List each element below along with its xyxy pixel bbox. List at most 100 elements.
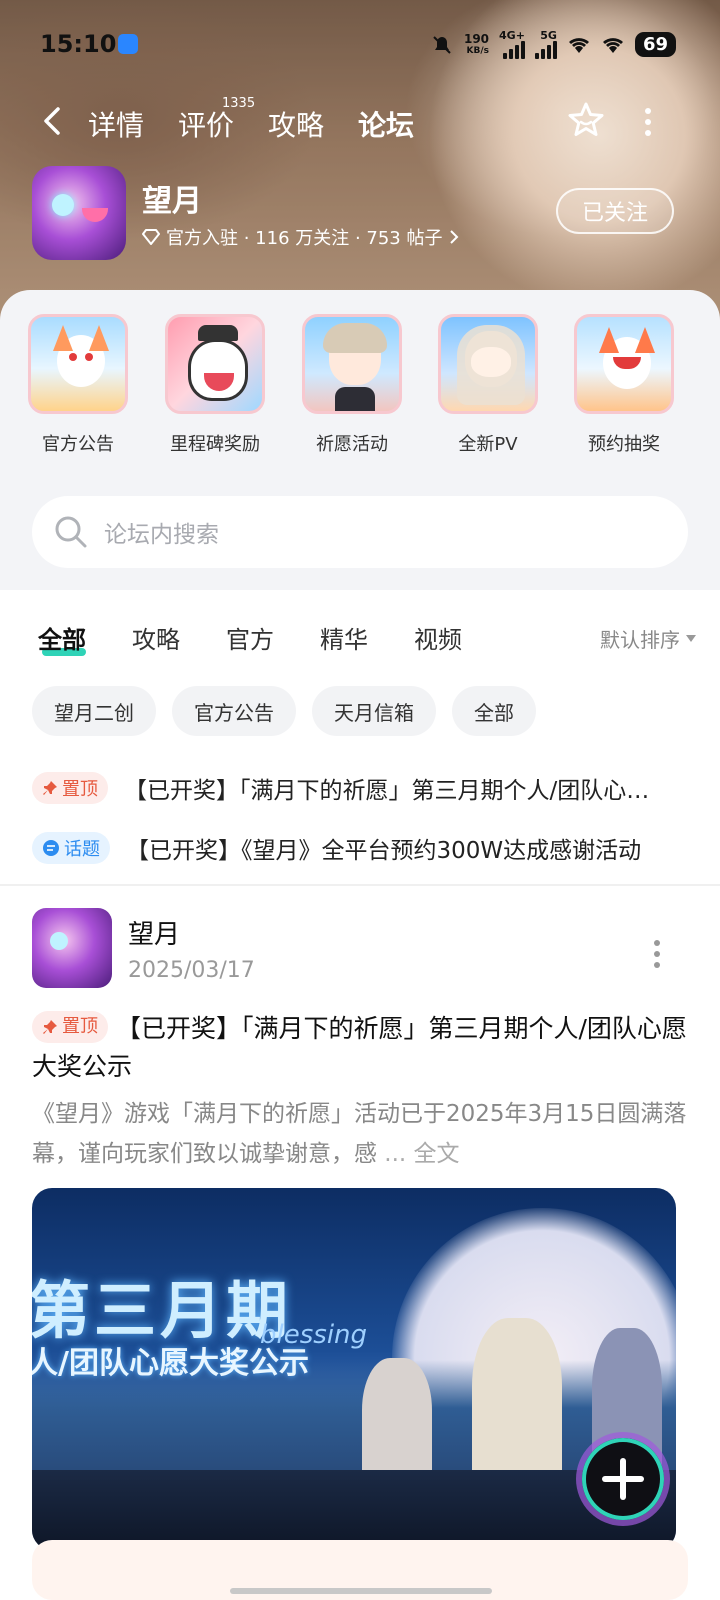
fox-mascot-icon	[28, 314, 128, 414]
chip-all[interactable]: 全部	[452, 686, 536, 736]
chat-bubble-icon	[43, 840, 59, 856]
caret-down-icon	[686, 635, 696, 642]
character-portrait-icon	[302, 314, 402, 414]
back-arrow-icon[interactable]	[38, 106, 68, 136]
character-figure	[472, 1318, 562, 1488]
sort-label: 默认排序	[600, 628, 680, 652]
shortcut-label: 里程碑奖励	[170, 434, 260, 455]
owl-mascot-icon	[165, 314, 265, 414]
read-more-link[interactable]: ... 全文	[377, 1141, 459, 1167]
fox-mascot-icon	[574, 314, 674, 414]
pinned-tag: 置顶	[32, 772, 108, 804]
shortcut-label: 祈愿活动	[316, 434, 388, 455]
tab-forum[interactable]: 论坛	[358, 104, 414, 144]
plus-icon	[602, 1458, 644, 1500]
topic-tag-label: 话题	[64, 839, 100, 860]
wifi-icon	[568, 37, 589, 53]
home-indicator[interactable]	[230, 1588, 492, 1594]
reviews-count: 1335	[222, 96, 256, 111]
game-header: 望月 官方入驻 · 116 万关注 · 753 帖子 已关注	[32, 166, 692, 262]
post-title-block[interactable]: 置顶 【已开奖】「满月下的祈愿」第三月期个人/团队心愿大奖公示	[32, 1010, 688, 1086]
mute-bell-icon	[433, 35, 451, 54]
signal-bars-icon	[534, 41, 557, 59]
image-subtitle-text: 人/团队心愿大奖公示	[32, 1346, 309, 1381]
game-meta[interactable]: 官方入驻 · 116 万关注 · 753 帖子	[142, 224, 459, 250]
post-date: 2025/03/17	[128, 958, 255, 983]
signal-1: 4G+	[499, 30, 525, 59]
create-post-button[interactable]	[582, 1438, 664, 1520]
game-meta-text: 官方入驻 · 116 万关注 · 753 帖子	[166, 228, 443, 249]
network-type-1: 4G+	[499, 29, 525, 42]
follow-button[interactable]: 已关注	[556, 188, 674, 234]
search-icon	[55, 516, 87, 548]
filter-tab-guides[interactable]: 攻略	[132, 620, 180, 655]
tab-details[interactable]: 详情	[88, 104, 144, 144]
verified-diamond-icon	[142, 229, 160, 245]
filter-tabs: 全部 攻略 官方 精华 视频 默认排序	[0, 620, 720, 670]
pinned-tag-label: 置顶	[62, 779, 98, 800]
shortcut-label: 预约抽奖	[588, 434, 660, 455]
pinned-tag-label: 置顶	[62, 1016, 98, 1037]
shortcut-official-notice[interactable]: 官方公告	[18, 314, 138, 456]
pinned-item[interactable]: 话题 【已开奖】《望月》全平台预约300W达成感谢活动	[32, 818, 692, 878]
pinned-list: 置顶 【已开奖】「满月下的祈愿」第三月期个人/团队心愿大奖公示 话题 【已开奖】…	[32, 758, 692, 878]
net-speed: 190 KB/s	[464, 33, 489, 57]
sort-dropdown[interactable]: 默认排序	[600, 624, 696, 653]
star-icon[interactable]	[566, 100, 606, 140]
search-placeholder: 论坛内搜索	[104, 522, 219, 548]
topic-chips: 望月二创 官方公告 天月信箱 全部	[32, 686, 536, 736]
shortcut-row: 官方公告 里程碑奖励 祈愿活动 全新PV 预约抽奖	[0, 314, 720, 464]
battery-level: 69	[634, 32, 676, 57]
forum-page: 15:10 190 KB/s 4G+ 5G 69 详情 评价 1335 攻略 论…	[0, 0, 720, 1600]
network-type-2: 5G	[540, 29, 557, 42]
chip-fan-creations[interactable]: 望月二创	[32, 686, 156, 736]
signal-bars-icon	[502, 41, 525, 59]
filter-tab-all[interactable]: 全部	[38, 620, 86, 655]
signal-2: 5G	[534, 29, 557, 59]
pin-icon	[43, 1020, 57, 1034]
shortcut-label: 官方公告	[42, 434, 114, 455]
wifi-icon	[602, 37, 623, 53]
section-divider	[0, 884, 720, 886]
net-speed-value: 190	[463, 31, 490, 46]
chevron-right-icon	[449, 230, 458, 244]
shortcut-new-pv[interactable]: 全新PV	[428, 314, 548, 456]
more-options-icon[interactable]	[640, 108, 656, 136]
post-excerpt-block[interactable]: 《望月》游戏「满月下的祈愿」活动已于2025年3月15日圆满落幕，谨向玩家们致以…	[32, 1094, 688, 1174]
image-title-text: 第三月期	[32, 1274, 293, 1347]
topic-tag: 话题	[32, 832, 110, 864]
forum-search-input[interactable]: 论坛内搜索	[32, 496, 688, 568]
pinned-title: 【已开奖】「满月下的祈愿」第三月期个人/团队心愿大奖公示	[124, 778, 664, 804]
status-bar: 15:10 190 KB/s 4G+ 5G 69	[0, 0, 720, 86]
chip-official-notice[interactable]: 官方公告	[172, 686, 296, 736]
pinned-item[interactable]: 置顶 【已开奖】「满月下的祈愿」第三月期个人/团队心愿大奖公示	[32, 758, 692, 818]
author-avatar[interactable]	[32, 908, 112, 988]
character-portrait-icon	[438, 314, 538, 414]
pinned-tag: 置顶	[32, 1011, 108, 1043]
post-more-options-icon[interactable]	[654, 940, 664, 973]
character-figure	[362, 1358, 432, 1488]
post-image[interactable]: 第三月期 blessing 人/团队心愿大奖公示	[32, 1188, 676, 1550]
shortcut-reservation-lottery[interactable]: 预约抽奖	[564, 314, 684, 456]
status-time: 15:10	[40, 30, 117, 58]
status-indicators: 190 KB/s 4G+ 5G 69	[430, 30, 676, 59]
filter-tab-video[interactable]: 视频	[414, 620, 462, 655]
net-speed-unit: KB/s	[466, 45, 490, 56]
notification-app-icon	[118, 34, 138, 54]
filter-tab-featured[interactable]: 精华	[320, 620, 368, 655]
game-name: 望月	[142, 184, 202, 219]
shortcut-wish-event[interactable]: 祈愿活动	[292, 314, 412, 456]
shortcut-label: 全新PV	[458, 434, 518, 455]
forum-content: 官方公告 里程碑奖励 祈愿活动 全新PV 预约抽奖 论坛内搜索 全部 攻略 官方…	[0, 290, 720, 1600]
pin-icon	[43, 781, 57, 795]
filter-tab-official[interactable]: 官方	[226, 620, 274, 655]
shortcut-milestone-reward[interactable]: 里程碑奖励	[155, 314, 275, 456]
post-excerpt: 《望月》游戏「满月下的祈愿」活动已于2025年3月15日圆满落幕，谨向玩家们致以…	[32, 1101, 687, 1167]
chip-mailbox[interactable]: 天月信箱	[312, 686, 436, 736]
tab-guides[interactable]: 攻略	[268, 104, 324, 144]
top-nav: 详情 评价 1335 攻略 论坛	[0, 96, 720, 156]
post-author[interactable]: 望月	[128, 914, 180, 951]
game-icon[interactable]	[32, 166, 126, 260]
post-title: 【已开奖】「满月下的祈愿」第三月期个人/团队心愿大奖公示	[32, 1014, 687, 1081]
pinned-title: 【已开奖】《望月》全平台预约300W达成感谢活动	[126, 838, 642, 864]
